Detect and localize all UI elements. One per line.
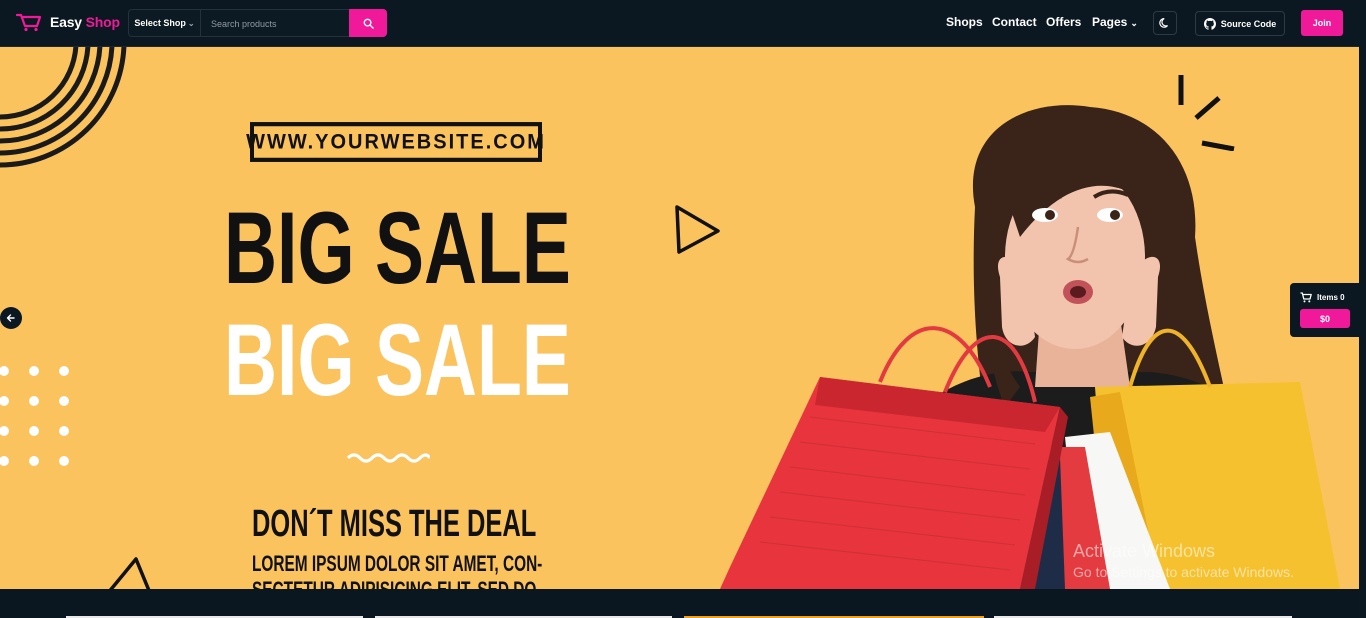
triangle-decoration-icon [109, 557, 151, 589]
woman-with-shopping-bags-image [720, 105, 1340, 589]
join-label: Join [1312, 18, 1332, 28]
logo-text-accent: Shop [85, 14, 120, 30]
content-area-top [0, 589, 1366, 618]
source-code-button[interactable]: Source Code [1195, 11, 1285, 36]
watermark-title: Activate Windows [1073, 541, 1216, 561]
floating-cart[interactable]: Items 0 $0 [1290, 283, 1359, 337]
join-button[interactable]: Join [1301, 10, 1343, 36]
headline-big-sale-white: BIG SALE [224, 303, 571, 417]
logo-text: Easy Shop [50, 14, 120, 30]
github-icon [1203, 17, 1216, 30]
nav-link-pages: Pages [1092, 15, 1128, 29]
cart-logo-icon [16, 13, 42, 32]
cart-items-label: Items 0 [1317, 293, 1345, 302]
cart-icon [1300, 292, 1312, 303]
website-url-text: WWW.YOURWEBSITE.COM [246, 129, 546, 154]
banner-body-line-2: SECTETUR ADIPISICING ELIT, SED DO [252, 577, 546, 589]
page-scrollbar[interactable] [1359, 0, 1366, 618]
hero-banner[interactable]: WWW.YOURWEBSITE.COM BIG SALE BIG SALE DO… [0, 47, 1359, 589]
source-code-label: Source Code [1220, 18, 1277, 29]
tagline: DON´T MISS THE DEAL [252, 503, 537, 545]
nav-link-contact[interactable]: Contact [992, 15, 1037, 29]
nav-link-offers[interactable]: Offers [1046, 15, 1081, 29]
search-icon [363, 18, 374, 29]
cart-total-value: $0 [1319, 313, 1330, 324]
arrow-left-icon [6, 314, 15, 322]
shop-select-label: Select Shop [134, 18, 186, 28]
search-input[interactable] [209, 14, 345, 34]
shop-select-dropdown[interactable]: Select Shop ⌄ [129, 10, 201, 36]
logo-text-primary: Easy [50, 14, 82, 30]
cart-items-row: Items 0 [1300, 292, 1345, 303]
carousel-prev-button[interactable] [0, 307, 22, 329]
theme-toggle-button[interactable] [1153, 11, 1177, 35]
headline-big-sale-black: BIG SALE [224, 191, 571, 305]
nav-pages-dropdown[interactable]: Pages ⌄ [1092, 15, 1138, 29]
banner-body-line-1: LOREM IPSUM DOLOR SIT AMET, CON- [252, 551, 543, 576]
cart-total-badge: $0 [1300, 309, 1350, 328]
logo[interactable]: Easy Shop [16, 12, 120, 32]
decorative-dots [0, 366, 69, 466]
search-bar: Select Shop ⌄ [128, 9, 387, 37]
chevron-down-icon: ⌄ [1130, 18, 1138, 28]
search-button[interactable] [349, 9, 387, 37]
banner-body-text: LOREM IPSUM DOLOR SIT AMET, CON- SECTETU… [252, 551, 546, 589]
decorative-arcs [0, 47, 127, 168]
wave-divider-icon [346, 453, 430, 463]
watermark-subtitle: Go to Settings to activate Windows. [1073, 564, 1294, 580]
moon-icon [1159, 17, 1168, 28]
website-url-box: WWW.YOURWEBSITE.COM [246, 122, 544, 162]
windows-activation-watermark: Activate Windows Go to Settings to activ… [1073, 541, 1294, 580]
nav-link-shops[interactable]: Shops [946, 15, 983, 29]
chevron-down-icon: ⌄ [187, 18, 195, 28]
top-navbar: Easy Shop Select Shop ⌄ Shops Contact Of… [0, 0, 1366, 47]
